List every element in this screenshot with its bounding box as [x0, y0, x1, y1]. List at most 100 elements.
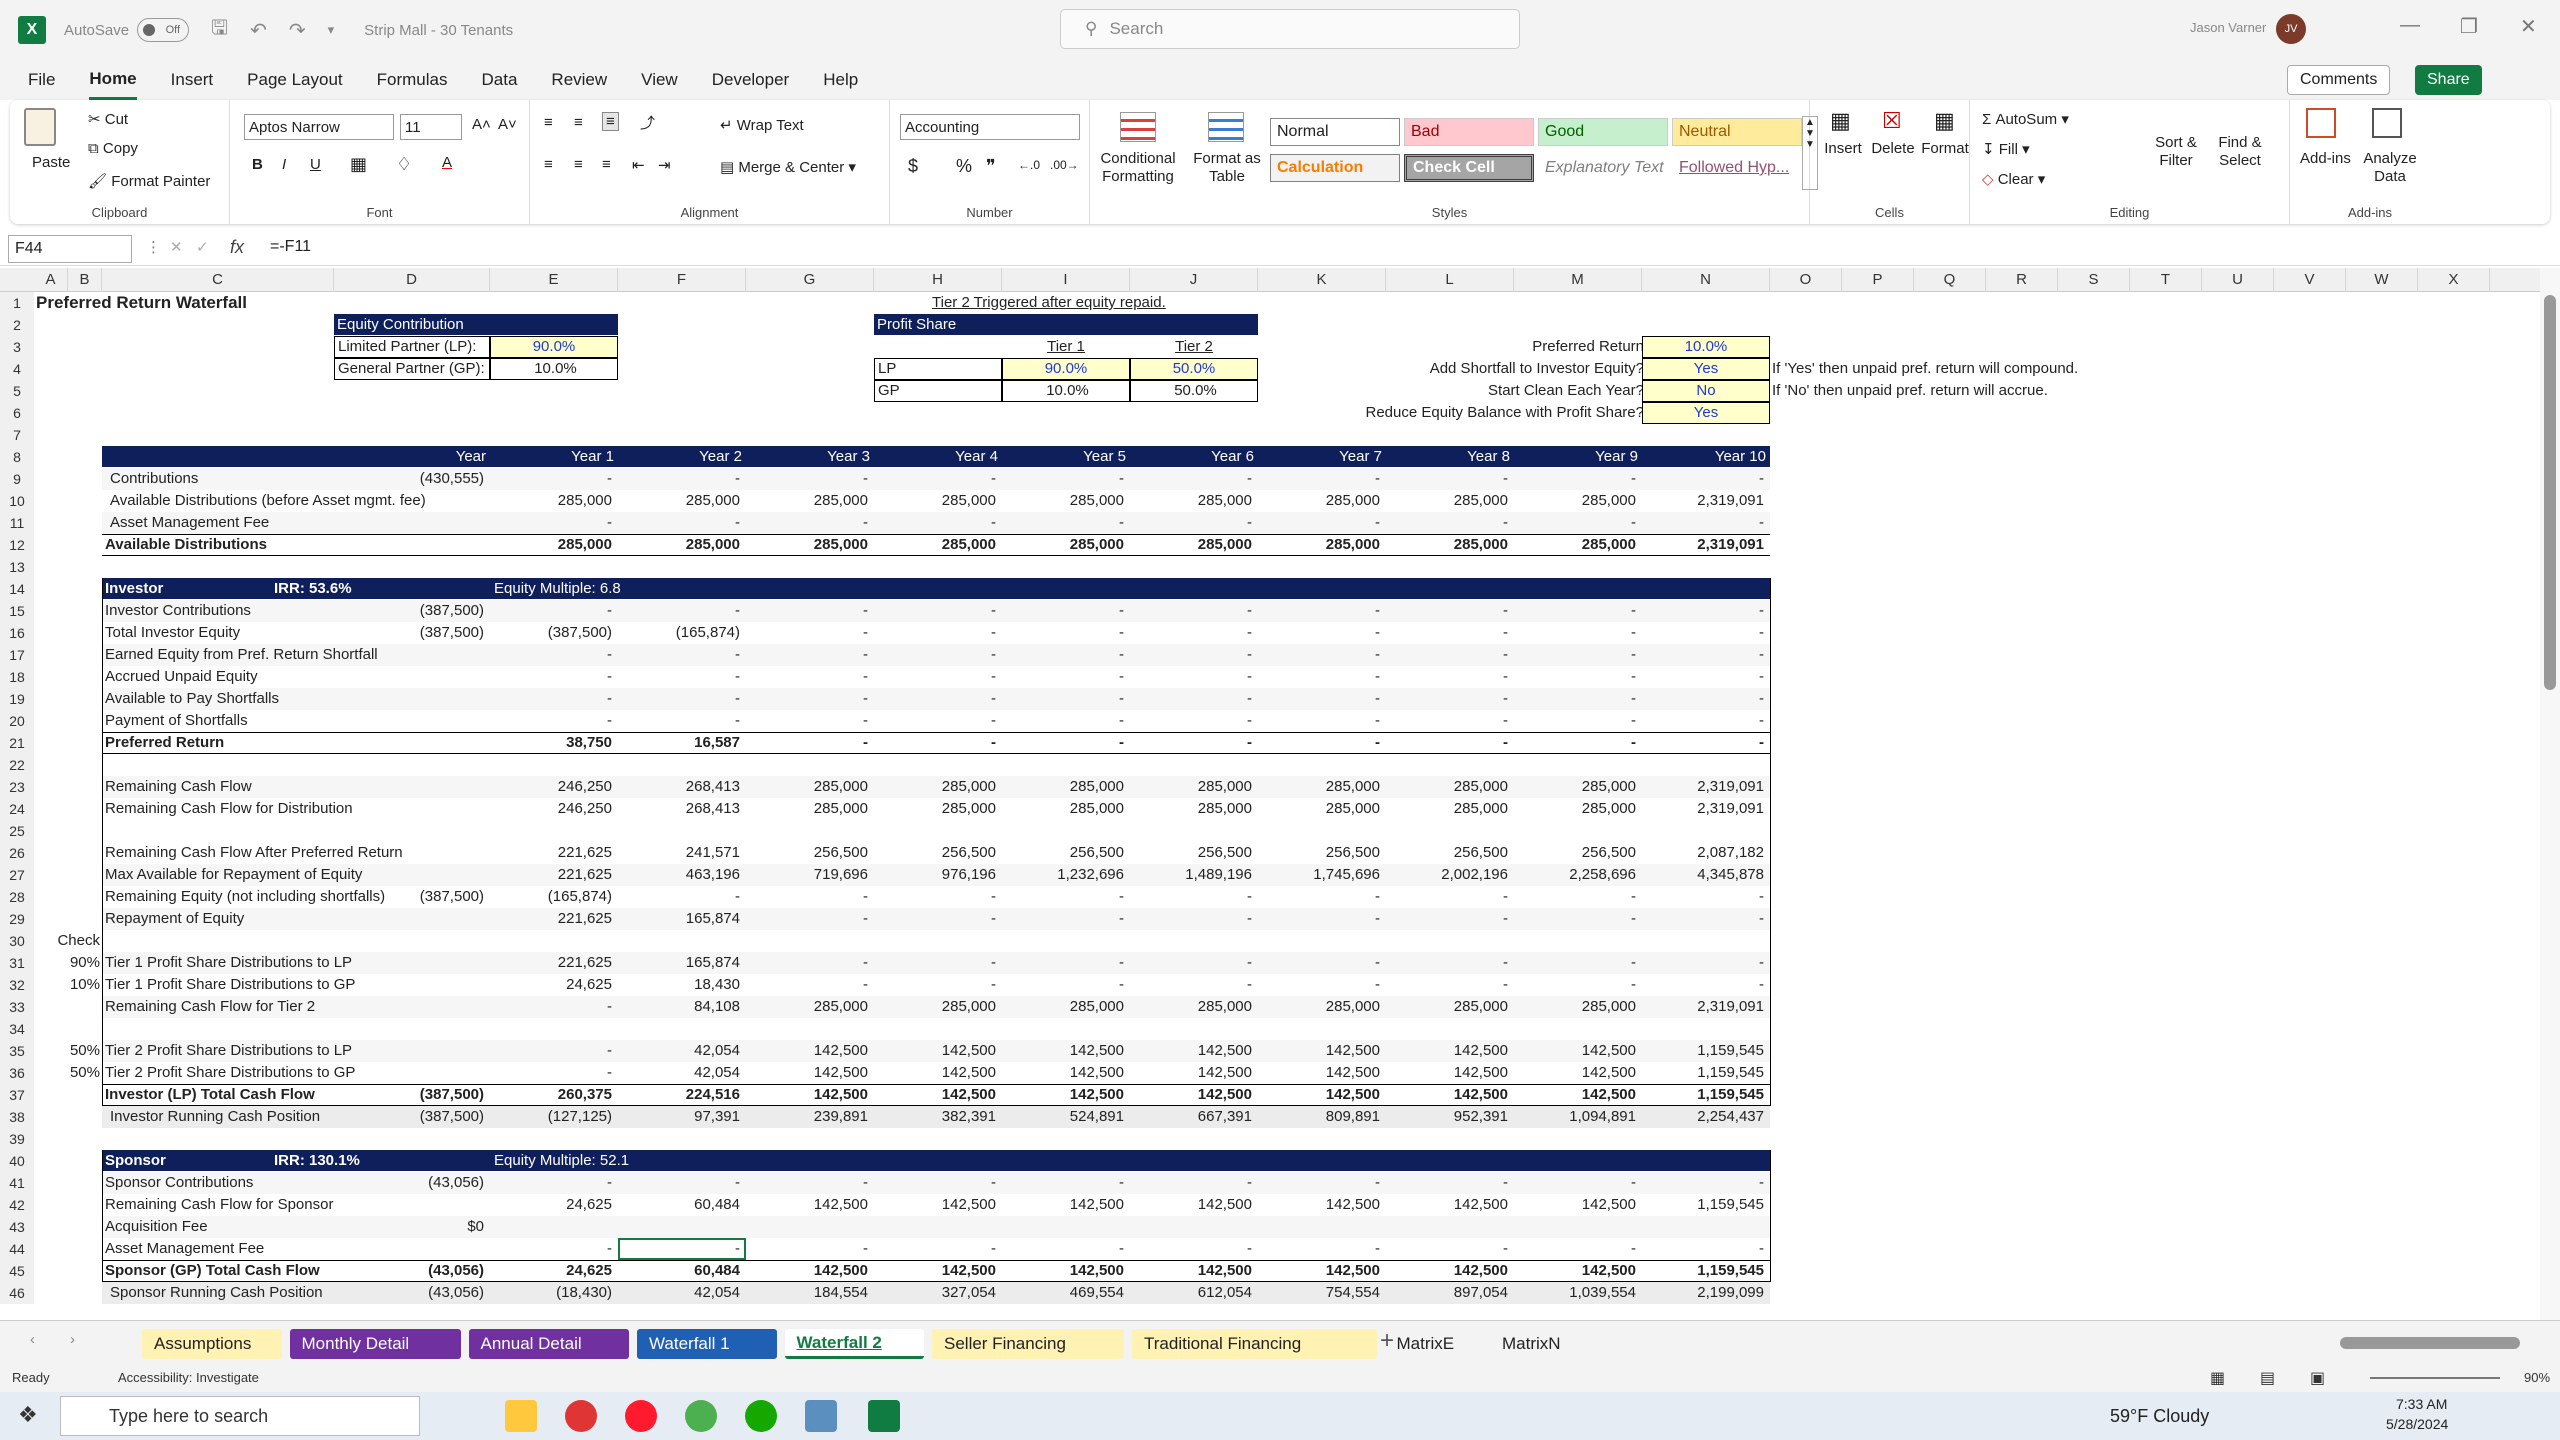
cell-value[interactable]: 260,375 — [490, 1084, 612, 1106]
cell-value[interactable]: - — [1514, 666, 1636, 688]
number-format-select[interactable]: Accounting — [900, 114, 1080, 140]
cell-value[interactable]: 285,000 — [746, 534, 868, 556]
cell-value[interactable]: - — [618, 666, 740, 688]
cell-value[interactable]: - — [1002, 1172, 1124, 1194]
windows-start-icon[interactable]: ❖ — [18, 1402, 38, 1428]
cell-value[interactable]: - — [1130, 974, 1252, 996]
cell-value[interactable]: - — [1002, 468, 1124, 490]
cell-value[interactable]: 667,391 — [1130, 1106, 1252, 1128]
menu-review[interactable]: Review — [551, 60, 607, 100]
cell-value[interactable]: - — [1514, 1238, 1636, 1260]
cell-value[interactable]: - — [746, 512, 868, 534]
setting-input[interactable]: Yes — [1642, 402, 1770, 424]
cell-value[interactable]: 142,500 — [1002, 1084, 1124, 1106]
cell-value[interactable]: - — [1130, 952, 1252, 974]
row-header[interactable]: 13 — [0, 556, 34, 578]
decrease-indent-icon[interactable]: ⇤ — [632, 156, 645, 174]
cell-value[interactable]: 285,000 — [1514, 534, 1636, 556]
cell-value[interactable]: - — [746, 952, 868, 974]
cell-value[interactable]: 285,000 — [874, 534, 996, 556]
clear-button[interactable]: ◇ Clear ▾ — [1982, 170, 2045, 188]
cell-value[interactable]: - — [746, 732, 868, 754]
column-header-S[interactable]: S — [2058, 268, 2130, 292]
cell-value[interactable]: (387,500) — [334, 1106, 484, 1128]
cell-value[interactable]: - — [874, 512, 996, 534]
cell-value[interactable]: - — [1130, 1238, 1252, 1260]
cell-value[interactable]: (387,500) — [334, 886, 484, 908]
cell-value[interactable]: - — [1130, 710, 1252, 732]
row-header[interactable]: 39 — [0, 1128, 34, 1150]
cell-value[interactable]: 524,891 — [1002, 1106, 1124, 1128]
cell-value[interactable]: 142,500 — [1514, 1084, 1636, 1106]
row-header[interactable]: 9 — [0, 468, 34, 490]
cell-value[interactable]: - — [1002, 710, 1124, 732]
clock-date[interactable]: 5/28/2024 — [2386, 1416, 2448, 1432]
cell-value[interactable]: 2,258,696 — [1514, 864, 1636, 886]
cell-value[interactable]: - — [1514, 710, 1636, 732]
selected-cell-outline[interactable] — [618, 1238, 746, 1260]
cell-value[interactable]: 285,000 — [874, 776, 996, 798]
currency-icon[interactable]: $ — [908, 156, 918, 177]
cell-value[interactable]: 2,087,182 — [1642, 842, 1764, 864]
underline-icon[interactable]: U — [310, 156, 321, 173]
cell-value[interactable]: 285,000 — [1130, 776, 1252, 798]
cell-value[interactable]: - — [1386, 710, 1508, 732]
cell-value[interactable]: 241,571 — [618, 842, 740, 864]
sheet-tab-matrixe[interactable]: MatrixE — [1385, 1329, 1483, 1359]
cell-value[interactable]: - — [1130, 886, 1252, 908]
cell-value[interactable]: - — [1002, 952, 1124, 974]
cell-value[interactable]: - — [874, 1172, 996, 1194]
cell-value[interactable]: 2,199,099 — [1642, 1282, 1764, 1304]
cell-value[interactable]: - — [1642, 644, 1764, 666]
cell-value[interactable]: 285,000 — [1130, 798, 1252, 820]
cell-value[interactable]: - — [1386, 600, 1508, 622]
cell-value[interactable]: 256,500 — [1002, 842, 1124, 864]
cell-value[interactable]: 256,500 — [1258, 842, 1380, 864]
style-normal[interactable]: Normal — [1270, 118, 1400, 146]
cell-value[interactable]: 142,500 — [1130, 1194, 1252, 1216]
format-as-table-icon[interactable] — [1208, 112, 1244, 142]
paste-button[interactable]: Paste — [32, 154, 70, 171]
more-icon[interactable]: ⋮ — [146, 238, 161, 256]
lp-tier2-input[interactable]: 50.0% — [1130, 358, 1258, 380]
middle-align-icon[interactable]: ≡ — [574, 114, 583, 131]
row-header[interactable]: 20 — [0, 710, 34, 732]
cell-value[interactable]: - — [490, 996, 612, 1018]
column-header-K[interactable]: K — [1258, 268, 1386, 292]
row-header[interactable]: 23 — [0, 776, 34, 798]
cell-value[interactable]: - — [1642, 468, 1764, 490]
cell-value[interactable]: - — [874, 732, 996, 754]
italic-icon[interactable]: I — [282, 156, 286, 173]
cell-value[interactable]: - — [1002, 886, 1124, 908]
cell-value[interactable]: 1,159,545 — [1642, 1084, 1764, 1106]
cell-value[interactable]: 285,000 — [490, 490, 612, 512]
cell-value[interactable]: - — [874, 468, 996, 490]
cell-value[interactable]: 285,000 — [1130, 996, 1252, 1018]
cell-value[interactable]: - — [1642, 908, 1764, 930]
add-sheet-icon[interactable]: + — [1380, 1327, 1394, 1355]
align-center-icon[interactable]: ≡ — [574, 156, 583, 173]
cell-value[interactable]: - — [1514, 468, 1636, 490]
cell-value[interactable]: - — [874, 886, 996, 908]
page-layout-icon[interactable]: ▤ — [2260, 1368, 2275, 1388]
wrap-text-button[interactable]: ↵ Wrap Text — [720, 116, 804, 134]
cell-value[interactable]: - — [1258, 1238, 1380, 1260]
search-box[interactable]: ⚲ Search — [1060, 9, 1520, 49]
cell-value[interactable]: 165,874 — [618, 908, 740, 930]
paste-icon[interactable] — [24, 108, 56, 146]
cell-value[interactable]: - — [1386, 644, 1508, 666]
column-header-E[interactable]: E — [490, 268, 618, 292]
row-header[interactable]: 2 — [0, 314, 34, 336]
cell-value[interactable]: - — [746, 666, 868, 688]
cell-value[interactable]: - — [618, 886, 740, 908]
cell-value[interactable]: 285,000 — [1002, 996, 1124, 1018]
cell-value[interactable]: - — [1514, 908, 1636, 930]
cell-value[interactable]: - — [1258, 710, 1380, 732]
cell-value[interactable]: 285,000 — [1258, 776, 1380, 798]
cell-value[interactable]: - — [1514, 512, 1636, 534]
cell-value[interactable]: 285,000 — [874, 490, 996, 512]
cell-value[interactable]: - — [1258, 666, 1380, 688]
cell-value[interactable]: - — [1642, 710, 1764, 732]
style-neutral[interactable]: Neutral — [1672, 118, 1802, 146]
cell-value[interactable]: - — [1258, 952, 1380, 974]
